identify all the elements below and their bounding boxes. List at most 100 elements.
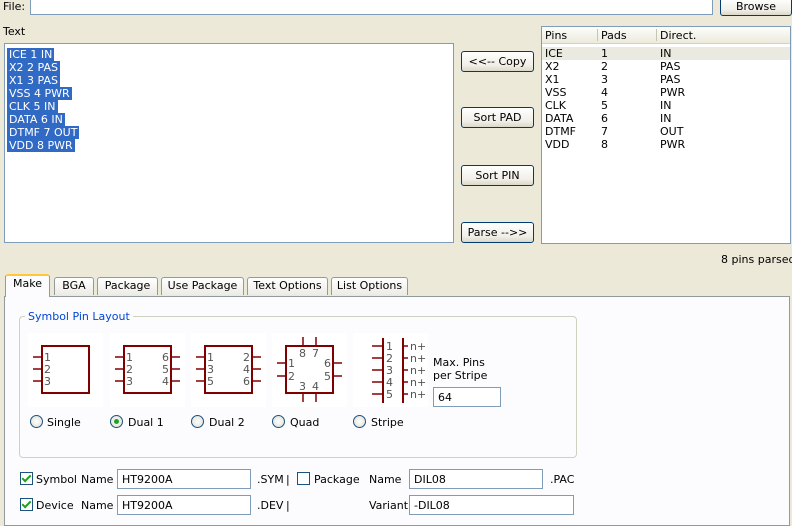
tab-make[interactable]: Make (5, 274, 50, 297)
grid-row[interactable]: X2 2 PAS (542, 60, 790, 73)
pin-grid[interactable]: Pins Pads Direct. ICE 1 IN X2 2 PAS X1 3 PAS VSS 4… (541, 26, 791, 244)
stripe-symbol-icon: 1 2 3 4 5 n+ n+ n+ n+ n+ (372, 338, 426, 403)
device-name-input[interactable]: HT9200A (117, 495, 251, 515)
stripe-radio[interactable] (353, 415, 366, 428)
tab-text-options[interactable]: Text Options (247, 277, 328, 295)
grid-row[interactable]: VDD 8 PWR (542, 138, 790, 151)
package-name-input[interactable]: DIL08 (409, 469, 543, 489)
tab-bga[interactable]: BGA (54, 277, 94, 295)
grid-cell: 8 (601, 138, 608, 151)
dual1-layout-preview[interactable]: 1 2 3 6 5 4 (110, 333, 185, 407)
grid-cell: 1 (601, 47, 608, 60)
separator: | (286, 473, 290, 486)
grid-cell: PWR (660, 86, 686, 99)
quad-pin-label: 3 (299, 380, 306, 393)
grid-cell: PAS (660, 73, 681, 86)
grid-cell: CLK (545, 99, 567, 112)
parse-button[interactable]: Parse -->> (461, 222, 534, 243)
text-line: VSS 4 PWR (7, 87, 72, 100)
quad-radio[interactable] (272, 415, 285, 428)
dual2-pin-label: 6 (243, 375, 250, 388)
grid-cell: 6 (601, 112, 608, 125)
grid-cell: OUT (660, 125, 684, 138)
variant-label: Variant (369, 499, 409, 512)
grid-cell: DATA (545, 112, 574, 125)
max-pins-label: per Stripe (433, 369, 488, 382)
max-pins-input[interactable]: 64 (433, 387, 501, 407)
quad-layout-preview[interactable]: 8 7 1 2 6 5 3 4 (272, 333, 347, 407)
device-checkbox[interactable] (20, 498, 33, 511)
grid-cell: 2 (601, 60, 608, 73)
symbol-name-input[interactable]: HT9200A (117, 469, 251, 489)
device-extension: .DEV (257, 499, 284, 512)
grid-cell: 7 (601, 125, 608, 138)
sort-pin-button[interactable]: Sort PIN (461, 165, 534, 186)
single-radio[interactable] (30, 415, 43, 428)
quad-pin-label: 5 (324, 370, 331, 383)
package-name-label: Name (369, 473, 402, 486)
stripe-radio-label[interactable]: Stripe (371, 416, 404, 429)
grid-header-pads[interactable]: Pads (601, 29, 627, 42)
grid-row[interactable]: X1 3 PAS (542, 73, 790, 86)
grid-cell: 3 (601, 73, 608, 86)
dual2-radio-label[interactable]: Dual 2 (209, 416, 245, 429)
file-label: File: (3, 0, 26, 13)
grid-cell: IN (660, 47, 672, 60)
text-line: ICE 1 IN (7, 48, 55, 61)
tab-list-options[interactable]: List Options (331, 277, 408, 295)
text-line: VDD 8 PWR (7, 139, 75, 152)
dual1-radio[interactable] (110, 415, 123, 428)
separator: | (286, 499, 290, 512)
symbol-checkbox[interactable] (20, 472, 33, 485)
file-path-input[interactable] (30, 0, 713, 15)
pin-text-area[interactable]: ICE 1 IN X2 2 PAS X1 3 PAS VSS 4 PWR CLK 5 I… (4, 43, 454, 243)
single-radio-label[interactable]: Single (47, 416, 81, 429)
variant-input[interactable]: -DIL08 (409, 495, 574, 515)
package-checkbox-label[interactable]: Package (314, 473, 360, 486)
grid-row[interactable]: CLK 5 IN (542, 99, 790, 112)
sort-pad-button[interactable]: Sort PAD (461, 107, 534, 128)
dual1-radio-label[interactable]: Dual 1 (128, 416, 164, 429)
device-checkbox-label[interactable]: Device (36, 499, 74, 512)
grid-header: Pins Pads Direct. (542, 27, 790, 44)
grid-cell: VSS (545, 86, 567, 99)
grid-header-pins[interactable]: Pins (545, 29, 567, 42)
grid-row[interactable]: VSS 4 PWR (542, 86, 790, 99)
dual1-pin-label: 3 (126, 375, 133, 388)
grid-row[interactable]: ICE 1 IN (542, 47, 790, 60)
grid-cell: ICE (545, 47, 563, 60)
text-line: X1 3 PAS (7, 74, 60, 87)
grid-row[interactable]: DTMF 7 OUT (542, 125, 790, 138)
tab-use-package[interactable]: Use Package (161, 277, 244, 295)
grid-header-direction[interactable]: Direct. (660, 29, 696, 42)
status-text: 8 pins parsed (721, 253, 792, 266)
dual2-radio[interactable] (191, 415, 204, 428)
grid-cell: PAS (660, 60, 681, 73)
single-layout-preview[interactable]: 1 2 3 (28, 333, 103, 407)
grid-cell: X2 (545, 60, 560, 73)
copy-button[interactable]: <<-- Copy (461, 51, 534, 72)
grid-cell: PWR (660, 138, 686, 151)
package-checkbox[interactable] (297, 472, 310, 485)
text-label: Text (3, 25, 26, 38)
quad-pin-label: 1 (288, 357, 295, 370)
text-line: DATA 6 IN (7, 113, 65, 126)
text-line: X2 2 PAS (7, 61, 60, 74)
dual1-pin-label: 4 (162, 375, 169, 388)
tab-package[interactable]: Package (97, 277, 158, 295)
quad-radio-label[interactable]: Quad (290, 416, 319, 429)
symbol-checkbox-label[interactable]: Symbol (36, 473, 77, 486)
dual1-symbol-icon: 1 2 3 6 5 4 (115, 345, 180, 394)
package-extension: .PAC (550, 473, 575, 486)
symbol-pin-layout-title: Symbol Pin Layout (25, 310, 133, 323)
grid-row[interactable]: DATA 6 IN (542, 112, 790, 125)
quad-symbol-icon: 8 7 1 2 6 5 3 4 (277, 337, 342, 402)
symbol-extension: .SYM (257, 473, 284, 486)
grid-cell: VDD (545, 138, 570, 151)
dual2-layout-preview[interactable]: 1 3 5 2 4 6 (191, 333, 266, 407)
grid-cell: X1 (545, 73, 560, 86)
quad-pin-label: 2 (288, 370, 295, 383)
browse-button[interactable]: Browse (720, 0, 792, 16)
stripe-layout-preview[interactable]: 1 2 3 4 5 n+ n+ n+ n+ n+ (353, 333, 428, 407)
device-name-label: Name (81, 499, 114, 512)
